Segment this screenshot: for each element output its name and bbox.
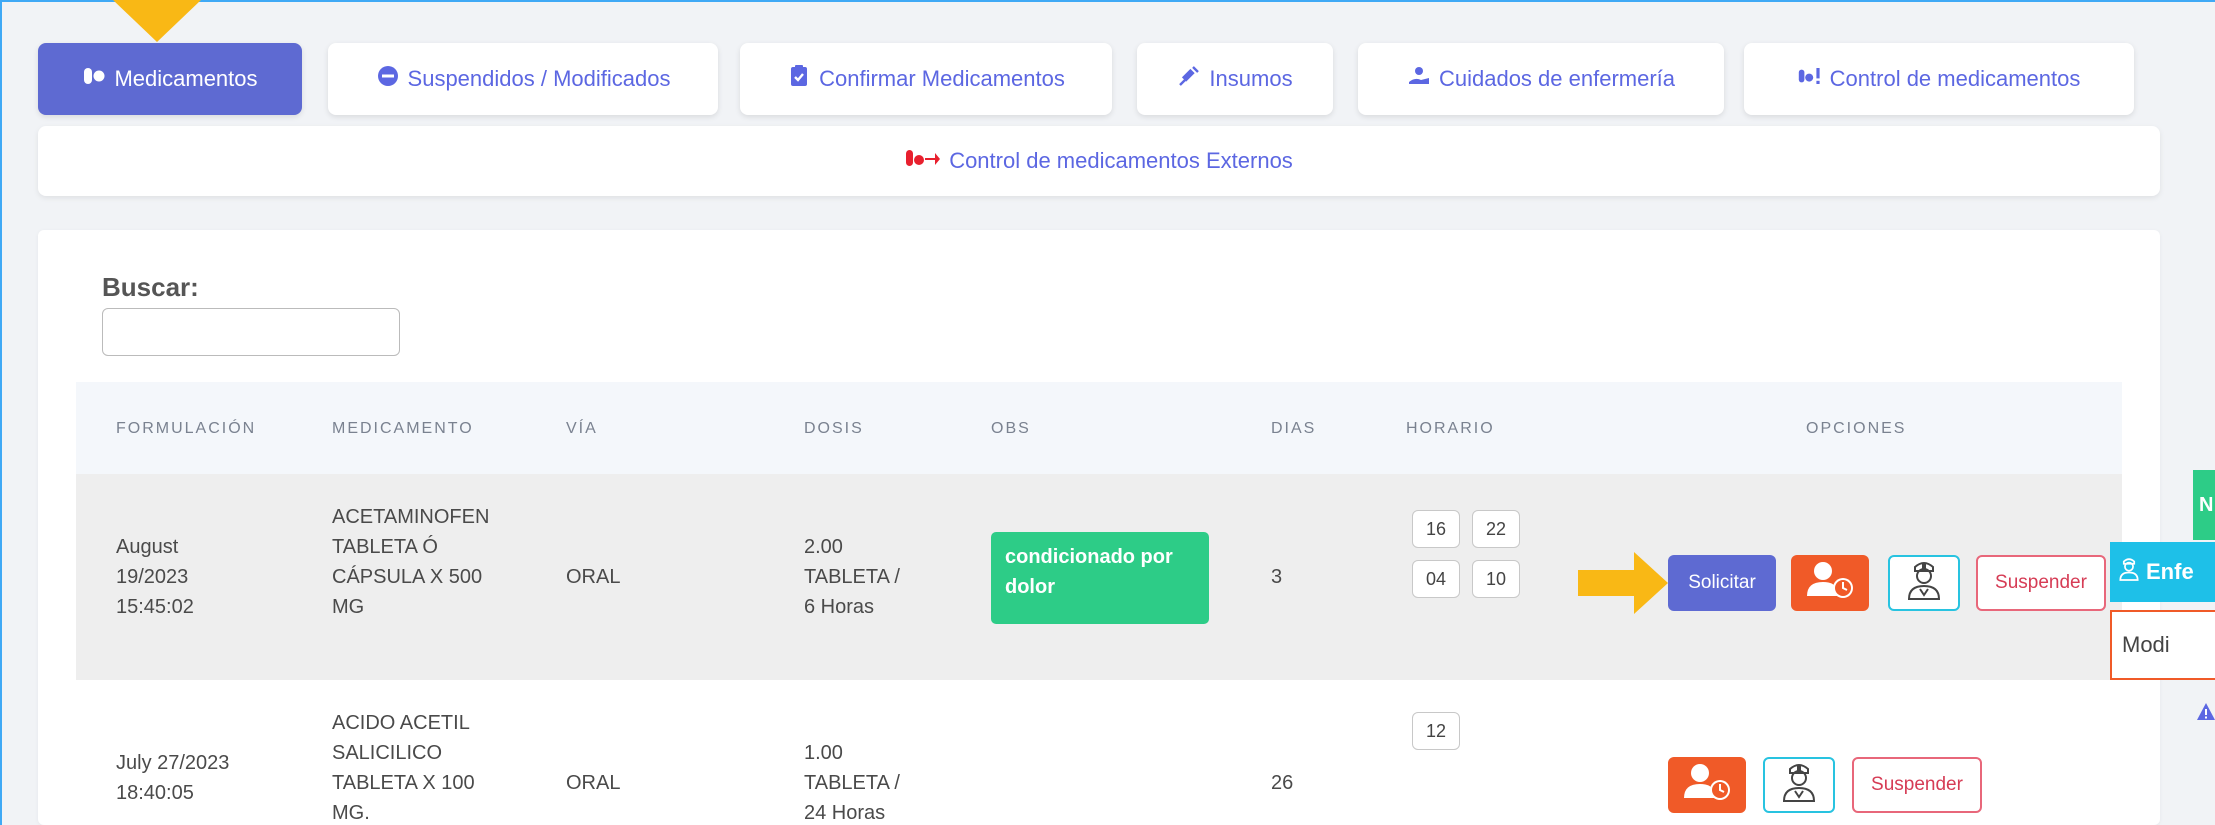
obs-line: condicionado por bbox=[1005, 546, 1173, 568]
hour-chip: 10 bbox=[1472, 560, 1520, 598]
user-clock-icon bbox=[1805, 560, 1855, 606]
dias-cell: 26 bbox=[1271, 772, 1294, 794]
user-clock-icon bbox=[1682, 762, 1732, 808]
search-input[interactable] bbox=[102, 308, 400, 356]
syringe-icon bbox=[1177, 64, 1201, 94]
solicitar-button[interactable]: Solicitar bbox=[1668, 555, 1776, 611]
nurse-button[interactable] bbox=[1888, 555, 1960, 611]
hour-chip: 16 bbox=[1412, 510, 1460, 548]
tab-suspendidos[interactable]: Suspendidos / Modificados bbox=[328, 43, 718, 115]
dosis-line: 1.00 bbox=[804, 742, 843, 764]
tab-control-externos[interactable]: Control de medicamentos Externos bbox=[38, 126, 2160, 196]
nurse-icon bbox=[2118, 556, 2140, 588]
formulacion-line: July 27/2023 bbox=[116, 752, 230, 774]
dosis-cell: 2.00 TABLETA / 6 Horas bbox=[804, 532, 900, 622]
side-nurse-button[interactable]: Enfe bbox=[2110, 542, 2215, 602]
medicamento-line: SALICILICO bbox=[332, 742, 443, 764]
hour-chip: 04 bbox=[1412, 560, 1460, 598]
medications-card: Buscar: FORMULACIÓN MEDICAMENTO VÍA DOSI… bbox=[38, 230, 2160, 825]
schedule-user-button[interactable] bbox=[1668, 757, 1746, 813]
dosis-line: 2.00 bbox=[804, 536, 843, 558]
formulacion-line: 18:40:05 bbox=[116, 782, 194, 804]
medicamento-line: ACETAMINOFEN bbox=[332, 506, 490, 528]
suspender-button[interactable]: Suspender bbox=[1976, 555, 2106, 611]
obs-badge: condicionado por dolor bbox=[991, 532, 1209, 624]
tab-cuidados[interactable]: Cuidados de enfermería bbox=[1358, 43, 1724, 115]
dosis-line: TABLETA / bbox=[804, 772, 900, 794]
tab-label: Control de medicamentos Externos bbox=[949, 148, 1293, 173]
col-obs: OBS bbox=[991, 420, 1031, 437]
warning-icon bbox=[2197, 703, 2215, 720]
formulacion-cell: July 27/2023 18:40:05 bbox=[116, 748, 229, 808]
nurse-icon bbox=[1905, 559, 1943, 607]
side-nurse-label: Enfe bbox=[2146, 559, 2194, 584]
medicamento-line: ACIDO ACETIL bbox=[332, 712, 470, 734]
tab-label: Cuidados de enfermería bbox=[1438, 66, 1676, 91]
col-opciones: OPCIONES bbox=[1806, 420, 1907, 437]
formulacion-line: 19/2023 bbox=[116, 566, 189, 588]
dosis-line: 6 Horas bbox=[804, 596, 875, 618]
suspender-button[interactable]: Suspender bbox=[1852, 757, 1982, 813]
medicamento-line: TABLETA Ó bbox=[332, 536, 438, 558]
table-row: August 19/2023 15:45:02 ACETAMINOFEN TAB… bbox=[76, 474, 2122, 680]
nurse-icon bbox=[1780, 761, 1818, 809]
tab-label: Confirmar Medicamentos bbox=[819, 66, 1065, 91]
col-horario: HORARIO bbox=[1406, 420, 1495, 437]
search-label: Buscar: bbox=[102, 272, 199, 302]
dosis-line: TABLETA / bbox=[804, 566, 900, 588]
hour-chip: 12 bbox=[1412, 712, 1460, 750]
tab-label: Insumos bbox=[1209, 66, 1293, 91]
hand-holding-user-icon bbox=[1407, 64, 1431, 94]
medicamento-line: CÁPSULA X 500 bbox=[332, 566, 483, 588]
side-modify-button[interactable]: Modi bbox=[2110, 610, 2215, 680]
tab-label: Control de medicamentos bbox=[1829, 66, 2081, 91]
schedule-user-button[interactable] bbox=[1791, 555, 1869, 611]
tab-label: Suspendidos / Modificados bbox=[407, 66, 671, 91]
minus-circle-icon bbox=[376, 64, 400, 94]
dias-cell: 3 bbox=[1271, 566, 1283, 588]
formulacion-cell: August 19/2023 15:45:02 bbox=[116, 532, 194, 622]
tab-control[interactable]: Control de medicamentos bbox=[1744, 43, 2134, 115]
medicamento-line: MG. bbox=[332, 802, 370, 824]
formulacion-line: August bbox=[116, 536, 179, 558]
col-medicamento: MEDICAMENTO bbox=[332, 420, 474, 437]
highlight-arrow-down bbox=[113, 0, 201, 42]
hour-chip: 22 bbox=[1472, 510, 1520, 548]
table-header: FORMULACIÓN MEDICAMENTO VÍA DOSIS OBS DI… bbox=[76, 382, 2122, 474]
table-row: July 27/2023 18:40:05 ACIDO ACETIL SALIC… bbox=[76, 680, 2122, 825]
medicamento-cell: ACETAMINOFEN TABLETA Ó CÁPSULA X 500 MG bbox=[332, 502, 489, 622]
obs-line: dolor bbox=[1005, 576, 1055, 598]
pills-exclamation-icon bbox=[1798, 64, 1822, 94]
col-via: VÍA bbox=[566, 420, 598, 437]
col-dias: DIAS bbox=[1271, 420, 1317, 437]
nurse-button[interactable] bbox=[1763, 757, 1835, 813]
side-green-button[interactable]: N bbox=[2193, 470, 2215, 540]
tab-label: Medicamentos bbox=[114, 66, 258, 91]
via-cell: ORAL bbox=[566, 772, 621, 794]
clipboard-check-icon bbox=[787, 64, 811, 94]
medicamento-cell: ACIDO ACETIL SALICILICO TABLETA X 100 MG… bbox=[332, 708, 475, 825]
via-cell: ORAL bbox=[566, 566, 621, 588]
pills-arrow-icon bbox=[905, 146, 941, 176]
tab-confirmar[interactable]: Confirmar Medicamentos bbox=[740, 43, 1112, 115]
dosis-cell: 1.00 TABLETA / 24 Horas bbox=[804, 738, 900, 825]
pills-icon bbox=[82, 64, 106, 94]
col-dosis: DOSIS bbox=[804, 420, 864, 437]
dosis-line: 24 Horas bbox=[804, 802, 886, 824]
medicamento-line: TABLETA X 100 bbox=[332, 772, 475, 794]
col-formulacion: FORMULACIÓN bbox=[116, 420, 257, 437]
medicamento-line: MG bbox=[332, 596, 365, 618]
tab-insumos[interactable]: Insumos bbox=[1137, 43, 1333, 115]
highlight-arrow-right bbox=[1578, 552, 1668, 614]
tab-medicamentos[interactable]: Medicamentos bbox=[38, 43, 302, 115]
formulacion-line: 15:45:02 bbox=[116, 596, 194, 618]
